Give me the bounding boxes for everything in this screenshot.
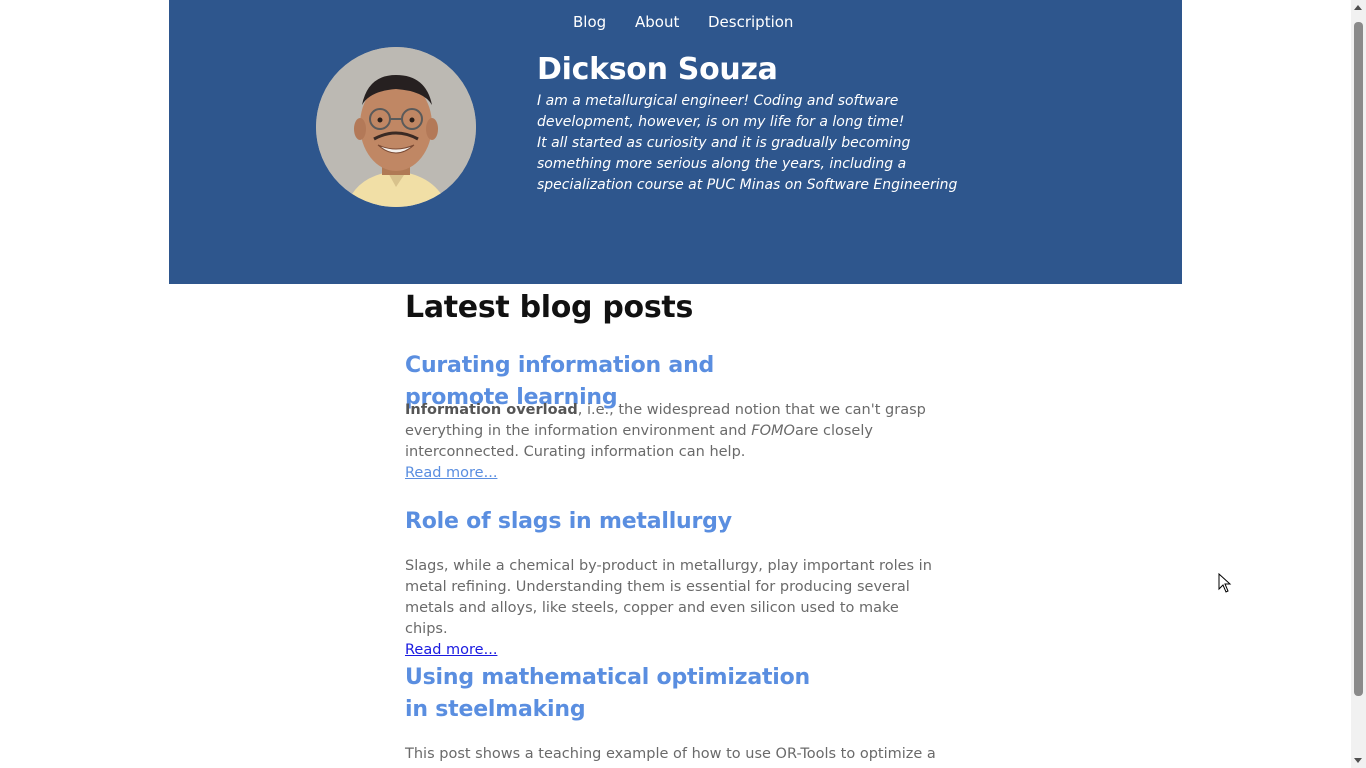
- profile-name: Dickson Souza: [537, 52, 778, 87]
- scroll-down-arrow-icon[interactable]: [1354, 758, 1362, 763]
- scroll-up-arrow-icon[interactable]: [1354, 5, 1362, 10]
- post-item: Role of slags in metallurgy Slags, while…: [405, 506, 965, 658]
- read-more-link[interactable]: Read more...: [405, 640, 497, 661]
- site-header: Blog About Description Dickson Souza I a…: [169, 0, 1182, 284]
- bio-line-2: It all started as curiosity and it is gr…: [537, 135, 958, 193]
- avatar-photo-icon: [316, 47, 476, 207]
- post-item: Using mathematical optimization in steel…: [405, 662, 965, 762]
- read-more-link[interactable]: Read more...: [405, 463, 497, 484]
- post-description: Information overload, i.e., the widespre…: [405, 400, 945, 484]
- nav-link-description[interactable]: Description: [708, 11, 793, 33]
- top-nav: Blog About Description: [169, 11, 1182, 33]
- bio-line-1: I am a metallurgical engineer! Coding an…: [537, 93, 905, 130]
- page-viewport: Blog About Description Dickson Souza I a…: [0, 0, 1351, 768]
- post-item: Curating information and promote learnin…: [405, 350, 965, 481]
- mouse-pointer-icon: [1218, 573, 1232, 593]
- post-title[interactable]: Role of slags in metallurgy: [405, 506, 825, 538]
- desc-text: Slags, while a chemical by-product in me…: [405, 558, 932, 637]
- latest-posts-heading: Latest blog posts: [405, 290, 694, 325]
- scrollbar-thumb[interactable]: [1354, 22, 1363, 696]
- desc-italic-text: FOMO: [751, 423, 795, 439]
- profile-bio: I am a metallurgical engineer! Coding an…: [537, 91, 977, 196]
- desc-text: This post shows a teaching example of ho…: [405, 746, 936, 762]
- post-description: Slags, while a chemical by-product in me…: [405, 556, 945, 661]
- post-title[interactable]: Using mathematical optimization in steel…: [405, 662, 825, 726]
- nav-link-blog[interactable]: Blog: [573, 11, 606, 33]
- desc-bold-text: Information overload: [405, 402, 578, 418]
- post-description: This post shows a teaching example of ho…: [405, 744, 945, 765]
- avatar: [316, 47, 476, 207]
- vertical-scrollbar[interactable]: [1351, 0, 1366, 768]
- nav-link-about[interactable]: About: [635, 11, 679, 33]
